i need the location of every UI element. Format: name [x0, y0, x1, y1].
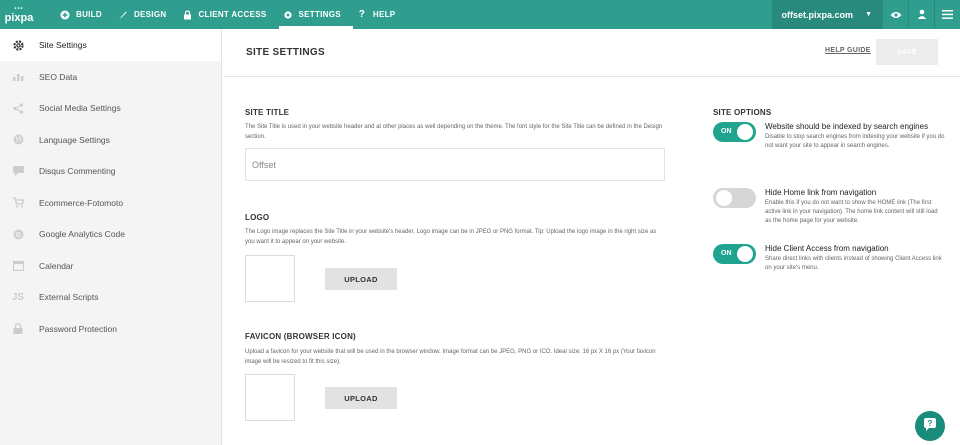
domain-label: offset.pixpa.com	[781, 9, 854, 20]
logo-upload-button[interactable]: UPLOAD	[325, 268, 397, 290]
site-title-input[interactable]	[245, 148, 665, 181]
sidebar-item-label: Google Analytics Code	[39, 229, 125, 240]
nav-settings-label: SETTINGS	[298, 10, 341, 19]
toggle-on-label: ON	[721, 128, 732, 135]
caret-down-icon: ▼	[865, 11, 872, 18]
google-icon: G	[10, 226, 26, 242]
plus-circle-icon	[60, 10, 70, 20]
nav-client-access[interactable]: CLIENT ACCESS	[178, 0, 278, 29]
sidebar-item-label: Social Media Settings	[39, 103, 121, 114]
settings-sidebar: Site Settings SEO Data Social Media Sett…	[0, 29, 222, 445]
favicon-upload-button[interactable]: UPLOAD	[325, 387, 397, 409]
page-title: SITE SETTINGS	[246, 47, 325, 58]
favicon-preview	[245, 374, 295, 421]
toggle-knob	[737, 124, 753, 140]
nav-help[interactable]: ? HELP	[353, 0, 408, 29]
sidebar-item-label: SEO Data	[39, 71, 78, 82]
sidebar-item-disqus[interactable]: Disqus Commenting	[0, 156, 221, 188]
sidebar-item-calendar[interactable]: Calendar	[0, 250, 221, 282]
option-index-search-engines: ON Website should be indexed by search e…	[713, 122, 945, 164]
chat-icon: ?	[923, 417, 937, 436]
logo-text: pixpa	[4, 11, 34, 24]
support-chat-button[interactable]: ?	[915, 411, 945, 441]
top-bar: ••• pixpa BUILD DESIGN CLIENT ACCESS SET…	[0, 0, 960, 29]
hamburger-icon	[942, 6, 953, 24]
sidebar-item-label: Ecommerce-Fotomoto	[39, 197, 124, 208]
favicon-heading: FAVICON (BROWSER ICON)	[245, 332, 356, 341]
sidebar-item-label: Password Protection	[39, 323, 117, 334]
nav-build-label: BUILD	[76, 10, 102, 19]
sidebar-item-language[interactable]: Language Settings	[0, 124, 221, 156]
sidebar-item-social-media[interactable]: Social Media Settings	[0, 93, 221, 125]
globe-icon	[10, 132, 26, 148]
toggle-on-label: ON	[721, 250, 732, 257]
nav-client-access-label: CLIENT ACCESS	[198, 10, 267, 19]
cart-icon	[10, 195, 26, 211]
sidebar-item-label: Site Settings	[39, 40, 87, 50]
pixpa-logo[interactable]: ••• pixpa	[0, 0, 36, 29]
site-title-heading: SITE TITLE	[245, 108, 290, 117]
user-icon	[917, 6, 927, 24]
sidebar-item-external-scripts[interactable]: JS External Scripts	[0, 282, 221, 314]
logo-preview	[245, 255, 295, 302]
preview-button[interactable]	[882, 0, 908, 29]
main-content: SITE SETTINGS HELP GUIDE SAVE SITE TITLE…	[223, 29, 960, 445]
option-description: Enable this if you do not want to show t…	[765, 200, 938, 224]
eye-icon	[890, 6, 902, 24]
logo-heading: LOGO	[245, 213, 270, 222]
sidebar-item-seo-data[interactable]: SEO Data	[0, 61, 221, 93]
option-hide-client-access: ON Hide Client Access from navigation Sh…	[713, 244, 943, 280]
gear-icon	[283, 10, 293, 20]
sidebar-item-label: External Scripts	[39, 292, 99, 303]
sidebar-item-label: Calendar	[39, 260, 74, 271]
domain-dropdown[interactable]: offset.pixpa.com ▼	[772, 0, 882, 29]
main-nav: BUILD DESIGN CLIENT ACCESS SETTINGS ? HE…	[56, 0, 407, 29]
menu-button[interactable]	[934, 0, 960, 29]
option-title: Website should be indexed by search engi…	[765, 122, 929, 131]
help-guide-link[interactable]: HELP GUIDE	[825, 47, 871, 54]
nav-design[interactable]: DESIGN	[114, 0, 178, 29]
svg-text:?: ?	[928, 419, 933, 428]
option-title: Hide Home link from navigation	[765, 188, 877, 197]
logo-dots: •••	[14, 5, 24, 12]
nav-settings[interactable]: SETTINGS	[278, 0, 354, 29]
question-icon: ?	[358, 9, 366, 20]
lock-icon	[10, 321, 26, 337]
toggle-knob	[737, 246, 753, 262]
nav-design-label: DESIGN	[133, 10, 167, 19]
option-hide-home-link: Hide Home link from navigation Enable th…	[713, 188, 943, 238]
hide-home-link-toggle[interactable]	[713, 188, 756, 208]
sidebar-item-google-analytics[interactable]: G Google Analytics Code	[0, 219, 221, 251]
sidebar-item-site-settings[interactable]: Site Settings	[0, 29, 221, 61]
save-button[interactable]: SAVE	[876, 39, 938, 65]
calendar-icon	[10, 258, 26, 274]
sidebar-item-password-protection[interactable]: Password Protection	[0, 313, 221, 345]
favicon-description: Upload a favicon for your website that w…	[245, 349, 656, 365]
js-icon: JS	[11, 291, 25, 303]
comment-icon	[10, 163, 26, 179]
option-description: Share direct links with clients instead …	[765, 256, 942, 271]
option-description: Disable to stop search engines from inde…	[765, 134, 945, 149]
site-title-description: The Site Title is used in your website h…	[245, 124, 663, 140]
site-options-heading: SITE OPTIONS	[713, 108, 772, 117]
nav-help-label: HELP	[372, 10, 396, 19]
toggle-knob	[716, 190, 732, 206]
hide-client-access-toggle[interactable]: ON	[713, 244, 756, 264]
top-right-controls: offset.pixpa.com ▼	[772, 0, 960, 29]
account-button[interactable]	[908, 0, 934, 29]
option-title: Hide Client Access from navigation	[765, 244, 889, 253]
lock-icon	[182, 9, 192, 20]
share-icon	[10, 100, 26, 116]
sidebar-item-label: Language Settings	[39, 134, 110, 145]
sidebar-item-label: Disqus Commenting	[39, 166, 116, 177]
bar-chart-icon	[10, 69, 26, 85]
brush-icon	[118, 10, 128, 20]
sidebar-item-ecommerce[interactable]: Ecommerce-Fotomoto	[0, 187, 221, 219]
index-search-engines-toggle[interactable]: ON	[713, 122, 756, 142]
gear-icon	[10, 37, 26, 53]
svg-text:G: G	[15, 232, 21, 239]
nav-build[interactable]: BUILD	[56, 0, 114, 29]
logo-description: The Logo image replaces the Site Title i…	[245, 229, 657, 245]
